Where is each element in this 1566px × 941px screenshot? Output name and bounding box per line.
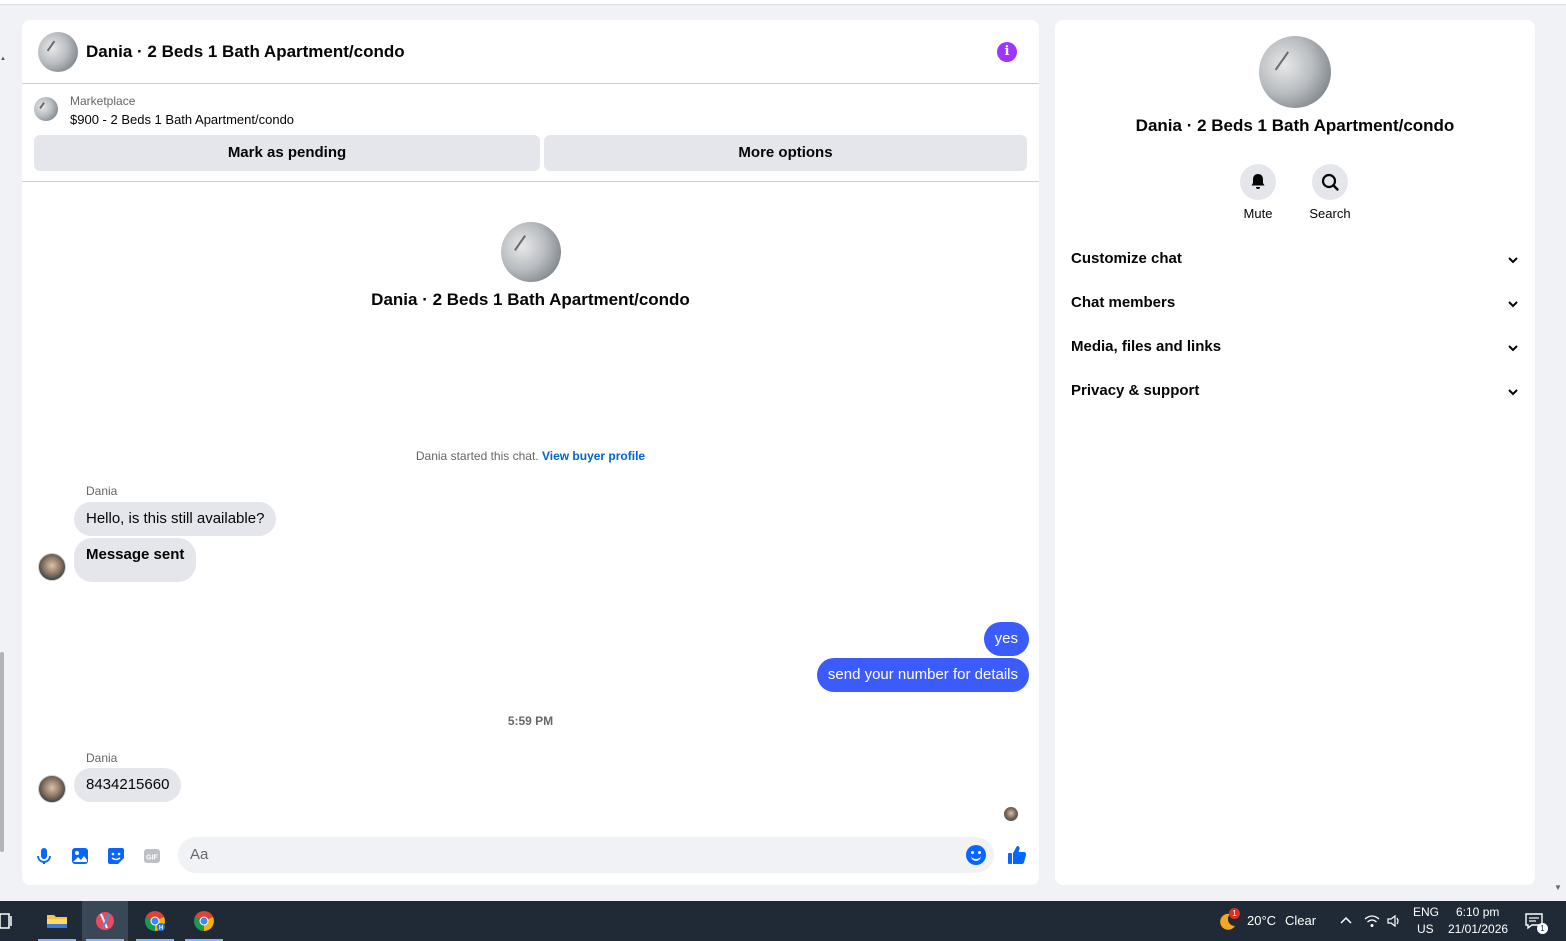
- search-action[interactable]: Search: [1300, 164, 1360, 221]
- outgoing-message[interactable]: send your number for details: [816, 658, 1029, 692]
- chat-started-text: Dania started this chat.: [415, 449, 539, 463]
- chevron-down-icon: [1508, 301, 1518, 308]
- search-button[interactable]: [1312, 164, 1348, 200]
- thumbs-up-icon[interactable]: [1006, 844, 1028, 866]
- incoming-message[interactable]: Hello, is this still available?: [74, 502, 277, 536]
- section-label: Media, files and links: [1071, 338, 1222, 355]
- chat-members-section[interactable]: Chat members: [1071, 282, 1519, 326]
- media-files-links-section[interactable]: Media, files and links: [1071, 326, 1519, 370]
- conversation-avatar[interactable]: [501, 222, 561, 282]
- conversation-title: Dania · 2 Beds 1 Bath Apartment/condo: [371, 290, 690, 309]
- chevron-down-icon: [1508, 389, 1518, 396]
- listing-title[interactable]: $900 - 2 Beds 1 Bath Apartment/condo: [70, 112, 294, 127]
- marketplace-listing-thumbnail[interactable]: [34, 97, 58, 121]
- section-label: Chat members: [1071, 294, 1176, 311]
- chevron-down-icon: [1508, 345, 1518, 352]
- weather-alert-badge: 1: [1229, 908, 1240, 919]
- chrome-icon: [194, 911, 214, 931]
- seen-indicator-avatar: [1004, 807, 1018, 821]
- message-input-placeholder: Aa: [190, 846, 209, 863]
- chrome-icon: H: [145, 911, 165, 932]
- sticker-icon[interactable]: [106, 846, 126, 866]
- chevron-down-icon: [1508, 257, 1518, 264]
- more-options-button[interactable]: More options: [544, 135, 1027, 171]
- scroll-up-arrow-icon[interactable]: ▲: [0, 55, 6, 63]
- chat-started-notice: Dania started this chat. View buyer prof…: [22, 449, 1039, 463]
- microphone-icon[interactable]: [34, 846, 54, 866]
- conversation-info-panel: Dania · 2 Beds 1 Bath Apartment/condo Mu…: [1055, 20, 1535, 885]
- file-explorer-taskbar-app[interactable]: [34, 901, 80, 941]
- mute-action[interactable]: Mute: [1228, 164, 1288, 221]
- emoji-icon[interactable]: [966, 845, 986, 865]
- search-label: Search: [1309, 206, 1351, 221]
- bell-icon: [1251, 174, 1265, 189]
- listing-avatar[interactable]: [38, 32, 78, 72]
- notification-count-badge: 1: [1537, 923, 1548, 934]
- chat-panel: Dania · 2 Beds 1 Bath Apartment/condo i …: [22, 20, 1039, 885]
- svg-text:H: H: [159, 926, 163, 932]
- info-icon[interactable]: i: [997, 42, 1017, 62]
- windows-taskbar: H 1 20°C Clear ENG US 6:10 pm 21/01/2026: [0, 901, 1566, 941]
- browser-top-strip: [0, 0, 1566, 5]
- gif-icon[interactable]: GIF: [142, 846, 162, 866]
- volume-icon[interactable]: [1386, 913, 1402, 929]
- sender-avatar[interactable]: [38, 775, 66, 803]
- image-icon[interactable]: [70, 846, 90, 866]
- sender-avatar[interactable]: [38, 553, 66, 581]
- info-avatar[interactable]: [1259, 36, 1331, 108]
- search-icon: [1321, 173, 1339, 191]
- weather-condition[interactable]: Clear: [1285, 913, 1316, 928]
- divider: [22, 181, 1039, 182]
- sender-name: Dania: [86, 751, 118, 765]
- mute-button[interactable]: [1240, 164, 1276, 200]
- clock-time[interactable]: 6:10 pm: [1456, 905, 1499, 919]
- task-view-icon[interactable]: [0, 913, 14, 929]
- mark-as-pending-button[interactable]: Mark as pending: [34, 135, 540, 171]
- marketplace-label: Marketplace: [70, 94, 136, 108]
- wifi-icon[interactable]: [1364, 913, 1380, 929]
- weather-temperature[interactable]: 20°C: [1247, 913, 1276, 928]
- left-scrollbar-thumb[interactable]: [0, 652, 4, 852]
- incoming-message[interactable]: 8434215660: [74, 768, 182, 802]
- snipping-tool-icon: [96, 912, 114, 930]
- input-language[interactable]: ENG: [1413, 905, 1439, 919]
- mute-label: Mute: [1243, 206, 1273, 221]
- folder-icon: [47, 915, 67, 928]
- chrome-taskbar-app[interactable]: [181, 901, 227, 941]
- incoming-message[interactable]: Message sent: [74, 538, 197, 582]
- input-region[interactable]: US: [1417, 922, 1434, 936]
- section-label: Privacy & support: [1071, 382, 1200, 399]
- privacy-support-section[interactable]: Privacy & support: [1071, 370, 1519, 414]
- chrome-profile-h-taskbar-app[interactable]: H: [132, 901, 178, 941]
- snipping-tool-taskbar-app[interactable]: [82, 901, 128, 941]
- chat-header: Dania · 2 Beds 1 Bath Apartment/condo i: [22, 20, 1039, 84]
- scroll-down-arrow-icon[interactable]: ▼: [1554, 883, 1564, 893]
- sender-name: Dania: [86, 484, 118, 498]
- message-input[interactable]: Aa: [178, 837, 994, 873]
- clock-date[interactable]: 21/01/2026: [1448, 922, 1508, 936]
- outgoing-message[interactable]: yes: [983, 622, 1029, 656]
- time-separator: 5:59 PM: [507, 714, 554, 728]
- customize-chat-section[interactable]: Customize chat: [1071, 238, 1519, 282]
- section-label: Customize chat: [1071, 250, 1182, 267]
- info-title: Dania · 2 Beds 1 Bath Apartment/condo: [1135, 116, 1455, 135]
- chevron-up-icon[interactable]: [1339, 914, 1353, 928]
- svg-text:GIF: GIF: [146, 855, 158, 862]
- view-buyer-profile-link[interactable]: View buyer profile: [542, 449, 645, 463]
- chat-title[interactable]: Dania · 2 Beds 1 Bath Apartment/condo: [86, 42, 405, 62]
